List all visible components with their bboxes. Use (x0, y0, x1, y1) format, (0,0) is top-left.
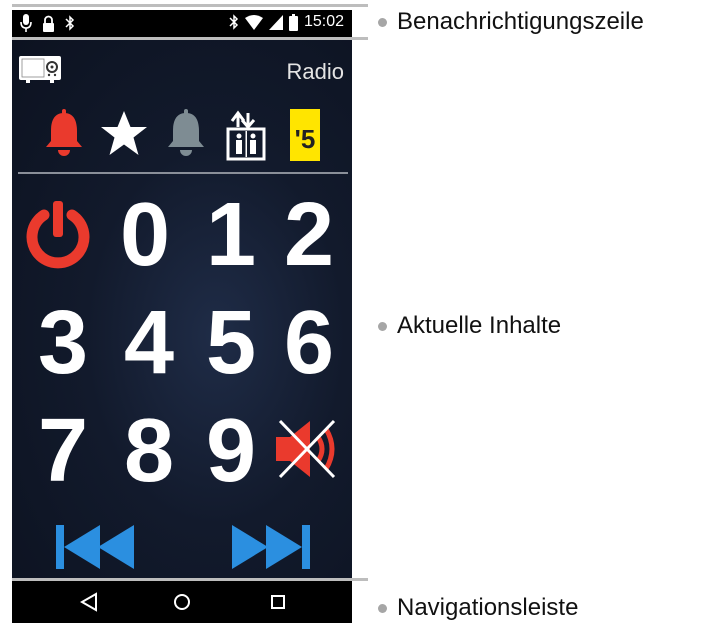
key-6[interactable]: 6 (266, 295, 352, 391)
alarm-bell-icon[interactable] (36, 107, 92, 163)
bullet (378, 321, 387, 331)
key-9[interactable]: 9 (188, 403, 274, 499)
bluetooth-icon (65, 14, 75, 31)
key-7[interactable]: 7 (20, 403, 106, 499)
callout-label: Benachrichtigungszeile (397, 8, 644, 35)
callout-line-top (12, 4, 368, 7)
channel-5-icon[interactable]: '5 (290, 109, 320, 161)
microphone-icon (20, 14, 32, 32)
status-bar: 15:02 (12, 10, 352, 37)
lock-icon (43, 15, 54, 32)
app-title: Radio (286, 59, 344, 84)
bluetooth-icon (229, 13, 239, 30)
bullet (378, 603, 387, 613)
callout-notification: Benachrichtigungszeile (378, 8, 644, 36)
bell-icon[interactable] (158, 107, 214, 163)
next-icon[interactable] (226, 517, 316, 577)
phone-screen: 15:02 Radio '5 0 1 2 3 4 5 6 7 8 9 (12, 10, 352, 623)
channel-badge-label: '5 (294, 124, 316, 154)
key-8[interactable]: 8 (106, 403, 192, 499)
key-3[interactable]: 3 (20, 295, 106, 391)
key-1[interactable]: 1 (188, 187, 274, 283)
wifi-icon (244, 14, 263, 30)
callout-navigation: Navigationsleiste (378, 594, 578, 622)
signal-icon (268, 14, 283, 30)
callout-label: Aktuelle Inhalte (397, 312, 562, 339)
divider (18, 172, 348, 174)
key-0[interactable]: 0 (102, 187, 188, 283)
callout-content: Aktuelle Inhalte (378, 312, 561, 340)
home-icon[interactable] (168, 588, 196, 616)
radio-app: Radio '5 0 1 2 3 4 5 6 7 8 9 (12, 37, 352, 580)
callout-line-status (12, 37, 368, 40)
favorite-star-icon[interactable] (96, 107, 152, 163)
mute-icon[interactable] (272, 413, 344, 485)
clock-time: 15:02 (303, 13, 344, 30)
elevator-icon[interactable] (218, 107, 274, 163)
key-2[interactable]: 2 (266, 187, 352, 283)
quick-actions-row: '5 (12, 107, 352, 167)
back-icon[interactable] (76, 588, 104, 616)
callout-line-nav (12, 578, 368, 581)
navigation-bar (12, 580, 352, 623)
recents-icon[interactable] (264, 588, 292, 616)
key-4[interactable]: 4 (106, 295, 192, 391)
battery-icon (288, 13, 298, 31)
key-5[interactable]: 5 (188, 295, 274, 391)
previous-icon[interactable] (52, 517, 142, 577)
callout-label: Navigationsleiste (397, 594, 579, 621)
radio-icon[interactable] (18, 55, 62, 83)
bullet (378, 17, 387, 27)
power-button[interactable] (18, 197, 98, 277)
